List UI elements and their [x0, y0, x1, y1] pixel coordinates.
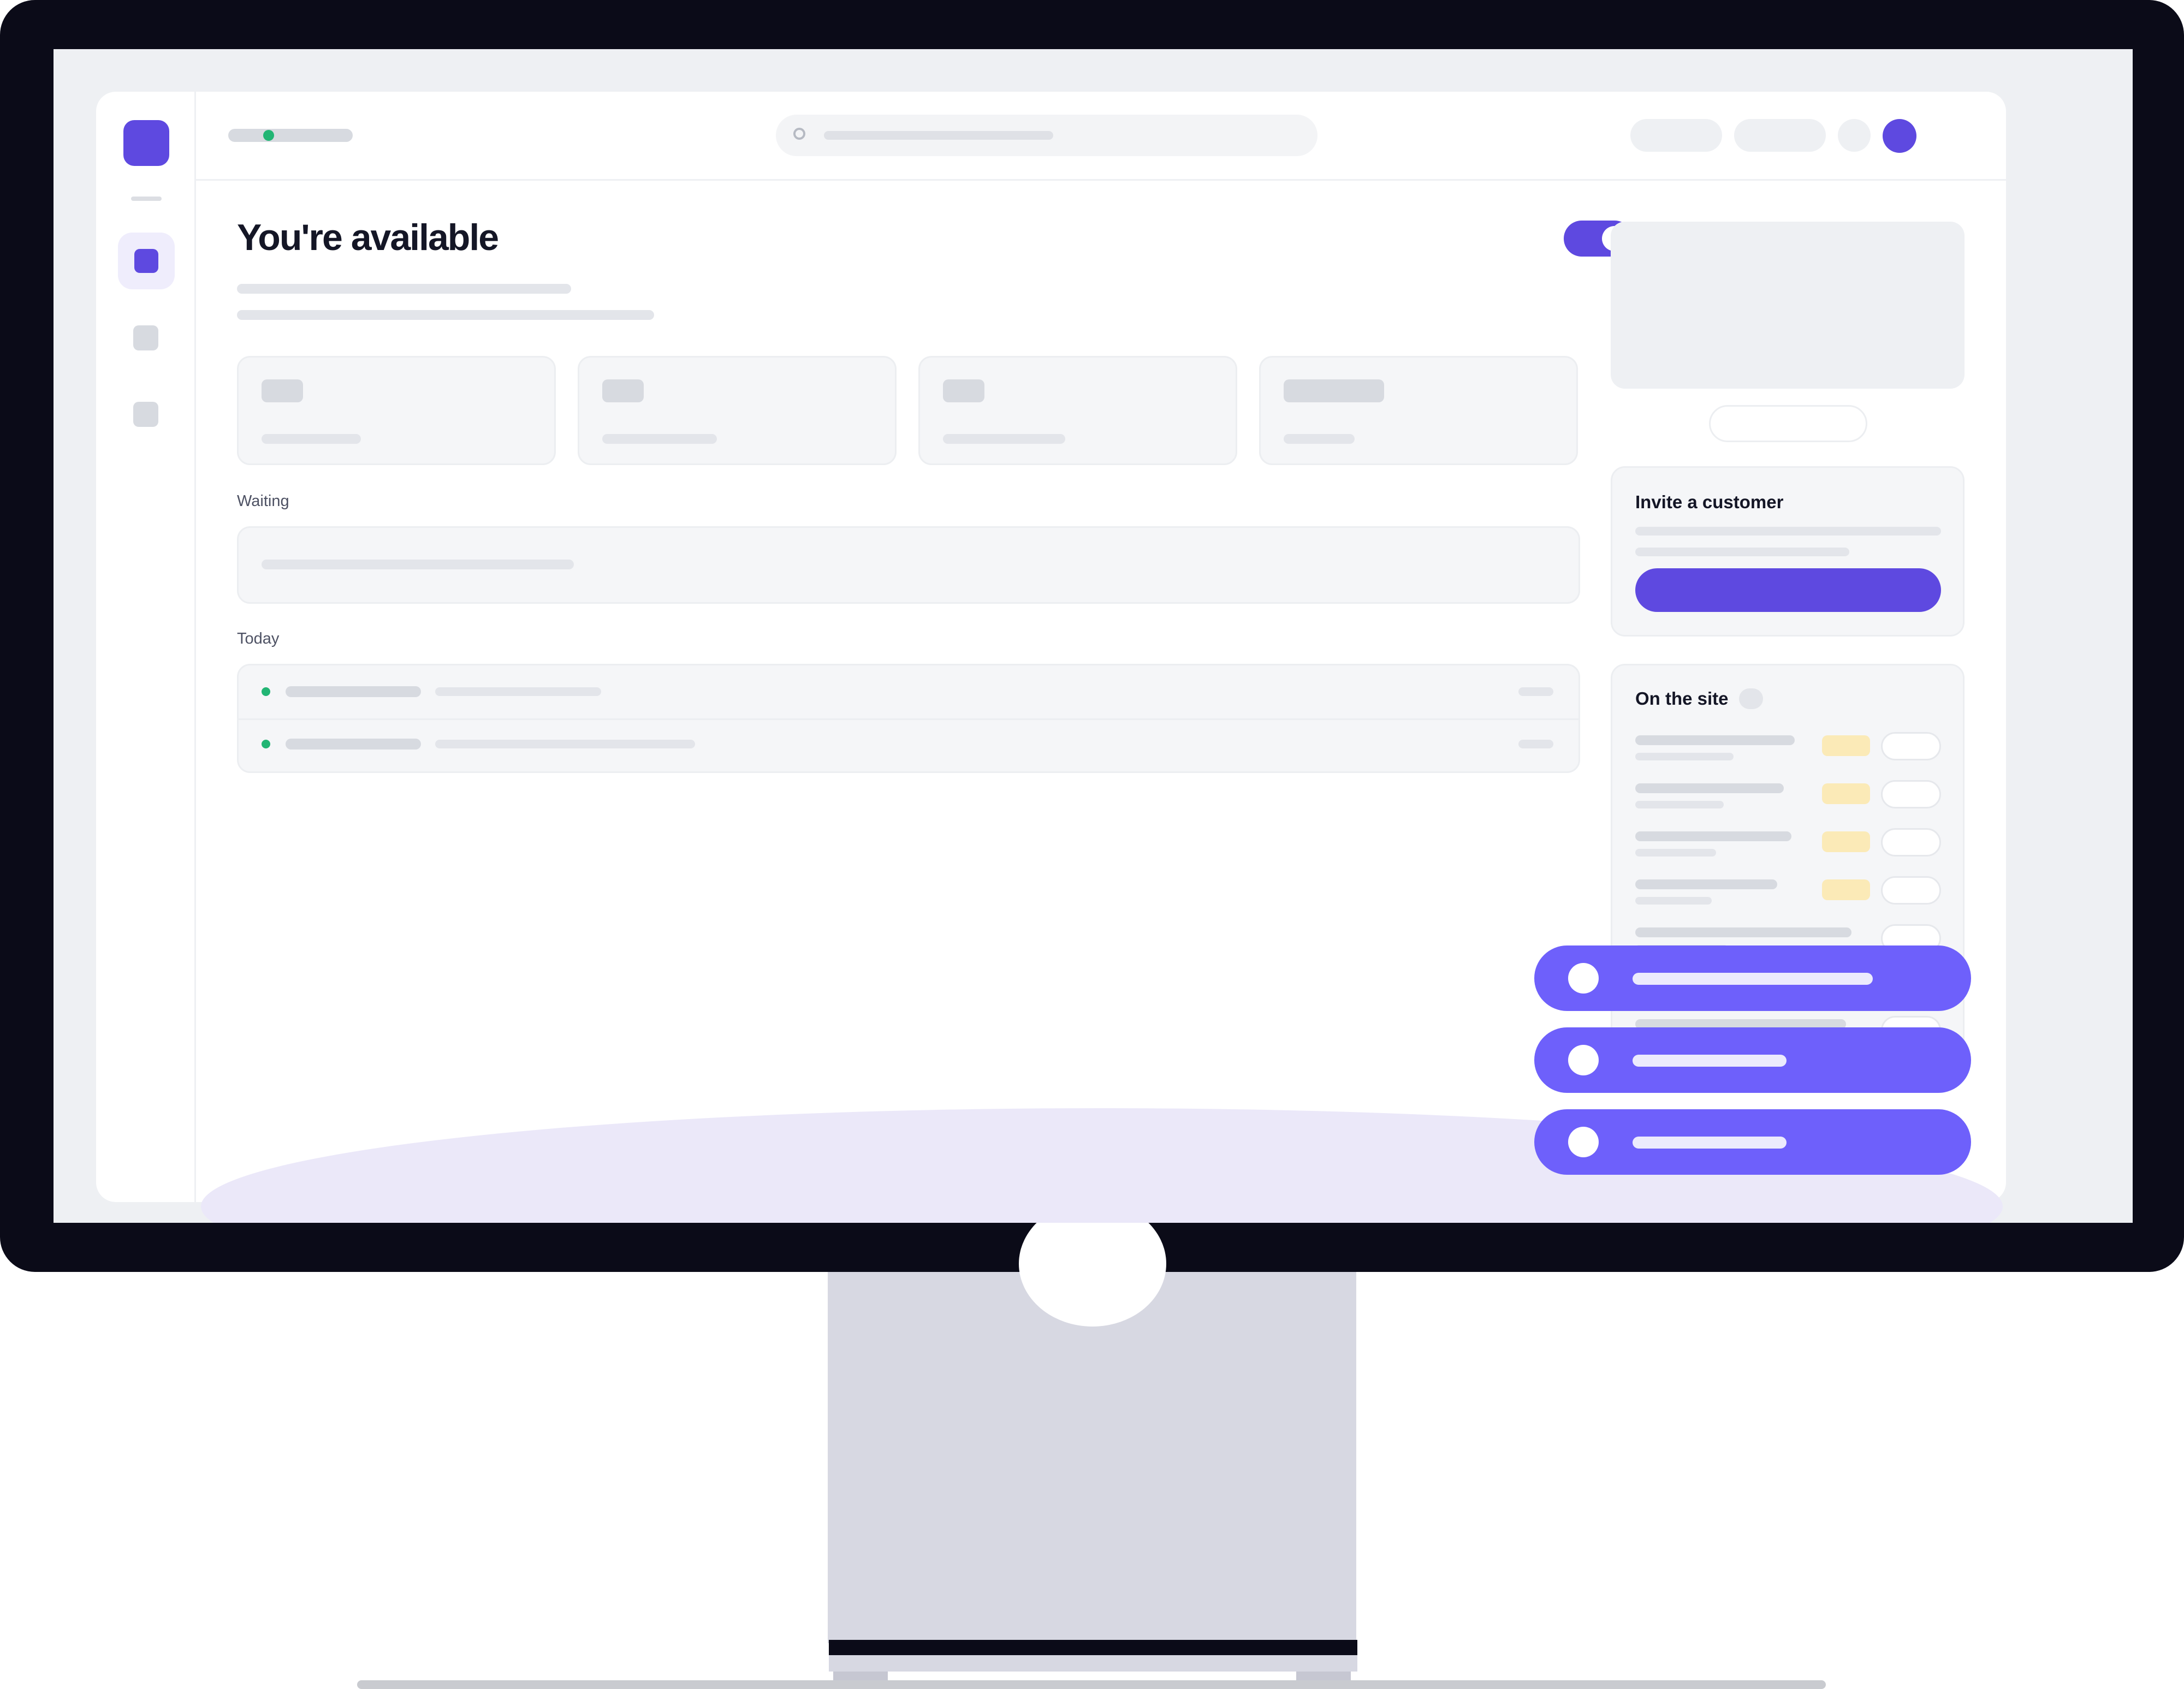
stat-label-placeholder: [943, 434, 1065, 444]
search-icon: [793, 128, 805, 140]
stat-card[interactable]: [578, 356, 897, 465]
nav-icon: [134, 249, 158, 273]
visitor-tag: [1822, 879, 1870, 900]
stat-value-placeholder: [262, 379, 303, 402]
visitor-detail-placeholder: [1635, 897, 1712, 905]
visitor-action-button[interactable]: [1881, 732, 1941, 760]
preview-card: [1611, 222, 1965, 389]
invite-title: Invite a customer: [1635, 492, 1784, 512]
stat-value-placeholder: [943, 379, 984, 402]
notification-text-placeholder: [1633, 1055, 1787, 1067]
visitor-name-placeholder: [1635, 783, 1784, 793]
stat-label-placeholder: [602, 434, 717, 444]
list-item[interactable]: [239, 720, 1578, 773]
notification-pill[interactable]: [1534, 945, 1971, 1011]
monitor-stand: [828, 1272, 1356, 1643]
notification-button[interactable]: [1838, 119, 1871, 152]
conversation-time-placeholder: [1518, 687, 1553, 696]
visitor-tag: [1822, 735, 1870, 756]
visitor-action-button[interactable]: [1881, 780, 1941, 808]
visitor-name-placeholder: [1635, 879, 1777, 889]
preview-button[interactable]: [1709, 405, 1867, 442]
visitor-detail-placeholder: [1635, 753, 1734, 760]
list-item[interactable]: [239, 665, 1578, 718]
stat-card[interactable]: [918, 356, 1237, 465]
notification-avatar-icon: [1568, 1127, 1599, 1157]
search-bar[interactable]: [776, 115, 1317, 156]
stat-value-placeholder: [1284, 379, 1384, 402]
conversation-preview-placeholder: [435, 687, 601, 696]
on-site-title: On the site: [1635, 688, 1729, 709]
app-logo[interactable]: [123, 120, 169, 166]
search-placeholder-line: [824, 131, 1053, 140]
waiting-section-label: Waiting: [237, 492, 289, 510]
visitor-name-placeholder: [1635, 735, 1795, 745]
conversation-preview-placeholder: [435, 740, 695, 748]
invite-text-line: [1635, 548, 1849, 556]
waiting-list: [237, 526, 1580, 604]
visitor-row[interactable]: [1612, 875, 1963, 919]
waiting-placeholder-line: [262, 560, 574, 569]
sidebar: [96, 92, 196, 1202]
invite-button[interactable]: [1635, 568, 1941, 612]
stat-card[interactable]: [237, 356, 556, 465]
monitor-foot-right: [1296, 1672, 1351, 1680]
conversation-time-placeholder: [1518, 740, 1553, 748]
notification-pill[interactable]: [1534, 1027, 1971, 1093]
monitor-stand-base: [829, 1655, 1357, 1672]
stat-card[interactable]: [1259, 356, 1578, 465]
visitor-row[interactable]: [1612, 827, 1963, 871]
invite-card: Invite a customer: [1611, 466, 1965, 637]
conversation-name-placeholder: [286, 739, 421, 750]
visitor-row[interactable]: [1612, 779, 1963, 823]
visitor-row[interactable]: [1612, 731, 1963, 775]
visitor-detail-placeholder: [1635, 849, 1716, 857]
today-list: [237, 664, 1580, 773]
visitor-action-button[interactable]: [1881, 876, 1941, 905]
subtitle-line: [237, 310, 654, 320]
visitor-tag: [1822, 831, 1870, 852]
page-title: You're available: [237, 217, 499, 258]
sidebar-item[interactable]: [133, 325, 158, 350]
notification-avatar-icon: [1568, 1045, 1599, 1075]
visitor-detail-placeholder: [1635, 801, 1724, 808]
visitor-action-button[interactable]: [1881, 828, 1941, 857]
sidebar-item[interactable]: [133, 402, 158, 427]
online-dot-icon: [262, 740, 270, 748]
visitor-name-placeholder: [1635, 927, 1851, 937]
stat-value-placeholder: [602, 379, 644, 402]
invite-text-line: [1635, 527, 1941, 536]
sidebar-item-active[interactable]: [118, 233, 175, 289]
sidebar-divider: [131, 197, 162, 201]
status-dot-icon: [263, 130, 274, 141]
notification-text-placeholder: [1633, 973, 1873, 985]
notification-pill[interactable]: [1534, 1109, 1971, 1175]
notification-avatar-icon: [1568, 963, 1599, 994]
desk-surface: [357, 1680, 1826, 1689]
conversation-name-placeholder: [286, 686, 421, 697]
online-dot-icon: [262, 687, 270, 696]
visitor-tag: [1822, 783, 1870, 804]
subtitle-line: [237, 284, 571, 294]
today-section-label: Today: [237, 630, 280, 647]
avatar[interactable]: [1883, 119, 1916, 153]
top-bar-button[interactable]: [1630, 119, 1722, 152]
monitor-stand-strip: [829, 1640, 1357, 1655]
stat-label-placeholder: [1284, 434, 1355, 444]
visitor-count-badge: [1739, 688, 1763, 709]
notification-text-placeholder: [1633, 1137, 1787, 1149]
top-bar-button[interactable]: [1734, 119, 1826, 152]
monitor-foot-left: [833, 1672, 888, 1680]
stat-label-placeholder: [262, 434, 361, 444]
visitor-name-placeholder: [1635, 831, 1791, 841]
workspace-name-placeholder[interactable]: [228, 129, 353, 142]
